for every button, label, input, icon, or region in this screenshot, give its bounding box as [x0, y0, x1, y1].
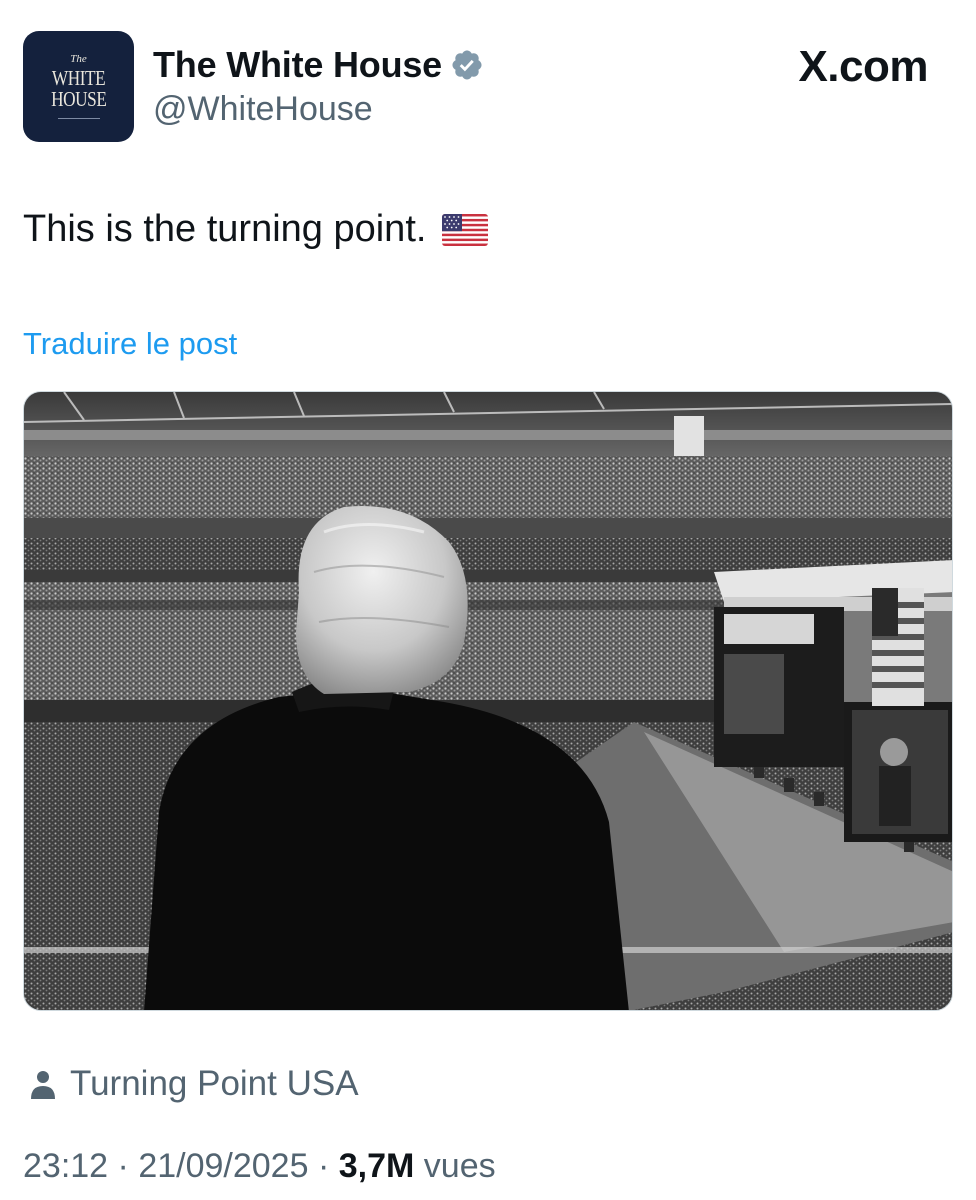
- post-card: The WHITE HOUSE The White House @WhiteHo…: [0, 0, 976, 1200]
- meta-separator-2: ·: [317, 1147, 339, 1185]
- stadium-photo-illustration: [24, 392, 952, 1010]
- avatar-line-white: WHITE: [51, 66, 106, 90]
- avatar-line-house: HOUSE: [50, 87, 107, 111]
- avatar-line-the: The: [70, 53, 87, 65]
- post-photo[interactable]: [23, 391, 953, 1011]
- avatar-rule: [57, 118, 100, 119]
- verified-badge-icon: [452, 50, 482, 80]
- meta-separator: ·: [117, 1147, 139, 1185]
- views-label: vues: [423, 1147, 496, 1185]
- post-meta: 23:12 · 21/09/2025 · 3,7M vues: [23, 1147, 496, 1186]
- views-count: 3,7M: [338, 1147, 415, 1185]
- person-icon: [31, 1071, 55, 1099]
- author-avatar[interactable]: The WHITE HOUSE: [23, 31, 134, 142]
- post-time[interactable]: 23:12: [23, 1147, 108, 1185]
- post-text-content: This is the turning point.: [23, 208, 427, 250]
- us-flag-icon: [442, 213, 489, 246]
- post-date[interactable]: 21/09/2025: [138, 1147, 308, 1185]
- author-name-text: The White House: [153, 44, 443, 85]
- translate-post-link[interactable]: Traduire le post: [23, 326, 237, 362]
- author-handle[interactable]: @WhiteHouse: [153, 90, 373, 129]
- x-logo: X.com: [798, 42, 928, 91]
- author-display-name[interactable]: The White House: [153, 44, 484, 86]
- location-label: Turning Point USA: [70, 1064, 359, 1103]
- post-location[interactable]: Turning Point USA: [30, 1064, 359, 1104]
- post-text: This is the turning point.: [23, 208, 489, 251]
